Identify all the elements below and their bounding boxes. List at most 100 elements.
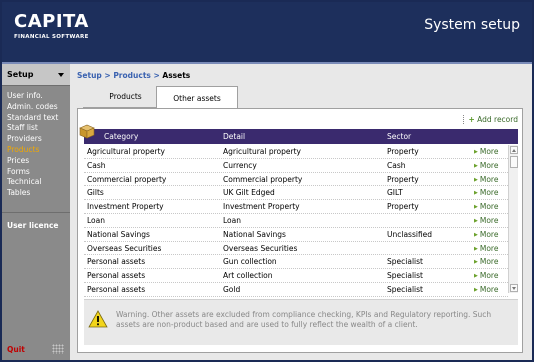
add-record-label: Add record <box>477 115 518 124</box>
more-link[interactable]: More <box>474 257 499 266</box>
column-header-detail[interactable]: Detail <box>223 132 245 141</box>
assets-panel: + Add record Category Detail Sector Agri… <box>77 108 523 353</box>
cell-detail: National Savings <box>223 229 286 239</box>
table-row[interactable]: Cash Currency Cash More <box>84 159 508 173</box>
cell-category: Agricultural property <box>87 147 165 156</box>
cell-category: Investment Property <box>87 202 164 212</box>
table-body: Agricultural property Agricultural proper… <box>84 145 508 297</box>
cell-detail: Loan <box>223 215 241 225</box>
table-row[interactable]: Personal assets Gun collection Specialist M… <box>84 255 508 270</box>
app-header: CAPITA FINANCIAL SOFTWARE System setup <box>2 2 532 62</box>
more-link[interactable]: More <box>474 188 499 197</box>
more-link[interactable]: More <box>474 175 499 184</box>
sidebar-item-providers[interactable]: Providers <box>7 134 70 145</box>
table-row[interactable]: Overseas Securities Overseas Securities Mo… <box>84 242 508 256</box>
cell-detail: Agricultural property <box>223 147 301 156</box>
cell-category: Loan <box>87 215 105 225</box>
sidebar-section-dropdown[interactable]: Setup <box>2 64 70 86</box>
table-scrollbar[interactable] <box>508 145 518 293</box>
resize-grip-icon[interactable] <box>52 344 64 354</box>
tab-other-assets[interactable]: Other assets <box>156 86 238 109</box>
more-link[interactable]: More <box>474 244 499 253</box>
sidebar-item-products[interactable]: Products <box>7 145 70 156</box>
table-row[interactable]: Agricultural property Agricultural proper… <box>84 145 508 159</box>
more-link[interactable]: More <box>474 161 499 170</box>
cell-sector: GILT <box>387 188 403 198</box>
table-row[interactable]: Investment Property Investment Property Pr… <box>84 200 508 214</box>
table-row[interactable]: Personal assets Gold Specialist More <box>84 283 508 297</box>
cell-sector: Specialist <box>387 271 423 281</box>
table-header: Category Detail Sector <box>84 129 518 144</box>
cell-category: Personal assets <box>87 257 146 267</box>
scroll-down-icon[interactable] <box>510 284 518 292</box>
main-content: Setup > Products > Assets Products Other… <box>70 64 532 360</box>
cell-sector: Property <box>387 147 419 156</box>
sidebar-item-standard-text[interactable]: Standard text <box>7 113 70 124</box>
cell-detail: Gold <box>223 284 241 294</box>
breadcrumb-separator: > <box>150 71 163 80</box>
table-row[interactable]: Personal assets Art collection Specialist M… <box>84 269 508 283</box>
cell-category: Personal assets <box>87 271 146 281</box>
warning-box: Warning. Other assets are excluded from … <box>84 299 518 345</box>
cell-category: Overseas Securities <box>87 243 162 253</box>
sidebar-item-forms[interactable]: Forms <box>7 167 70 178</box>
table-row[interactable]: Gilts UK Gilt Edged GILT More <box>84 186 508 201</box>
brand-logo: CAPITA FINANCIAL SOFTWARE <box>14 11 89 41</box>
table-row[interactable]: Loan Loan More <box>84 214 508 228</box>
sidebar-item-staff-list[interactable]: Staff list <box>7 123 70 134</box>
column-header-sector[interactable]: Sector <box>387 132 411 141</box>
cell-sector: Specialist <box>387 257 423 267</box>
breadcrumb-products[interactable]: Products <box>113 71 151 80</box>
chevron-down-icon <box>58 72 64 77</box>
scroll-up-icon[interactable] <box>510 146 518 154</box>
more-link[interactable]: More <box>474 202 499 211</box>
scroll-thumb[interactable] <box>510 156 518 168</box>
brand-subtitle: FINANCIAL SOFTWARE <box>14 34 89 40</box>
sidebar-item-user-licence[interactable]: User licence <box>7 221 59 230</box>
more-link[interactable]: More <box>474 216 499 225</box>
cell-detail: Investment Property <box>223 202 300 212</box>
sidebar: Setup User info. Admin. codes Standard t… <box>2 64 70 360</box>
sidebar-item-user-info[interactable]: User info. <box>7 91 70 102</box>
cell-detail: Overseas Securities <box>223 243 298 253</box>
cell-detail: Art collection <box>223 271 273 281</box>
cell-detail: Commercial property <box>223 174 303 184</box>
sidebar-item-admin-codes[interactable]: Admin. codes <box>7 102 70 113</box>
more-link[interactable]: More <box>474 285 499 294</box>
sidebar-item-tables[interactable]: Tables <box>7 188 70 199</box>
sidebar-item-technical[interactable]: Technical <box>7 177 70 188</box>
add-record-button[interactable]: + Add record <box>463 115 518 124</box>
cell-detail: UK Gilt Edged <box>223 188 275 198</box>
table-row[interactable]: Commercial property Commercial property Pr… <box>84 173 508 187</box>
cell-category: Gilts <box>87 188 104 198</box>
sidebar-section-label: Setup <box>7 70 34 79</box>
sidebar-item-prices[interactable]: Prices <box>7 156 70 167</box>
more-link[interactable]: More <box>474 271 499 280</box>
cell-sector: Property <box>387 202 419 212</box>
more-link[interactable]: More <box>474 147 499 156</box>
cell-sector: Property <box>387 174 419 184</box>
cell-sector: Specialist <box>387 284 423 294</box>
warning-icon <box>88 310 108 328</box>
cell-detail: Gun collection <box>223 257 277 267</box>
breadcrumb-setup[interactable]: Setup <box>77 71 102 80</box>
brand-name: CAPITA <box>14 11 89 32</box>
more-link[interactable]: More <box>474 230 499 239</box>
page-title: System setup <box>424 17 520 33</box>
table-row[interactable]: National Savings National Savings Unclassi… <box>84 228 508 242</box>
breadcrumb: Setup > Products > Assets <box>77 71 190 80</box>
cell-category: Personal assets <box>87 284 146 294</box>
plus-icon: + <box>468 115 475 124</box>
cell-category: National Savings <box>87 229 150 239</box>
cell-sector: Cash <box>387 160 406 170</box>
cell-detail: Currency <box>223 160 257 170</box>
cell-category: Commercial property <box>87 174 167 184</box>
breadcrumb-current: Assets <box>162 71 191 80</box>
column-header-category[interactable]: Category <box>104 132 138 141</box>
sidebar-divider <box>2 212 70 213</box>
cell-category: Cash <box>87 160 106 170</box>
breadcrumb-separator: > <box>101 71 114 80</box>
quit-button[interactable]: Quit <box>7 345 25 354</box>
cell-sector: Unclassified <box>387 229 433 239</box>
warning-text: Warning. Other assets are excluded from … <box>116 310 492 329</box>
